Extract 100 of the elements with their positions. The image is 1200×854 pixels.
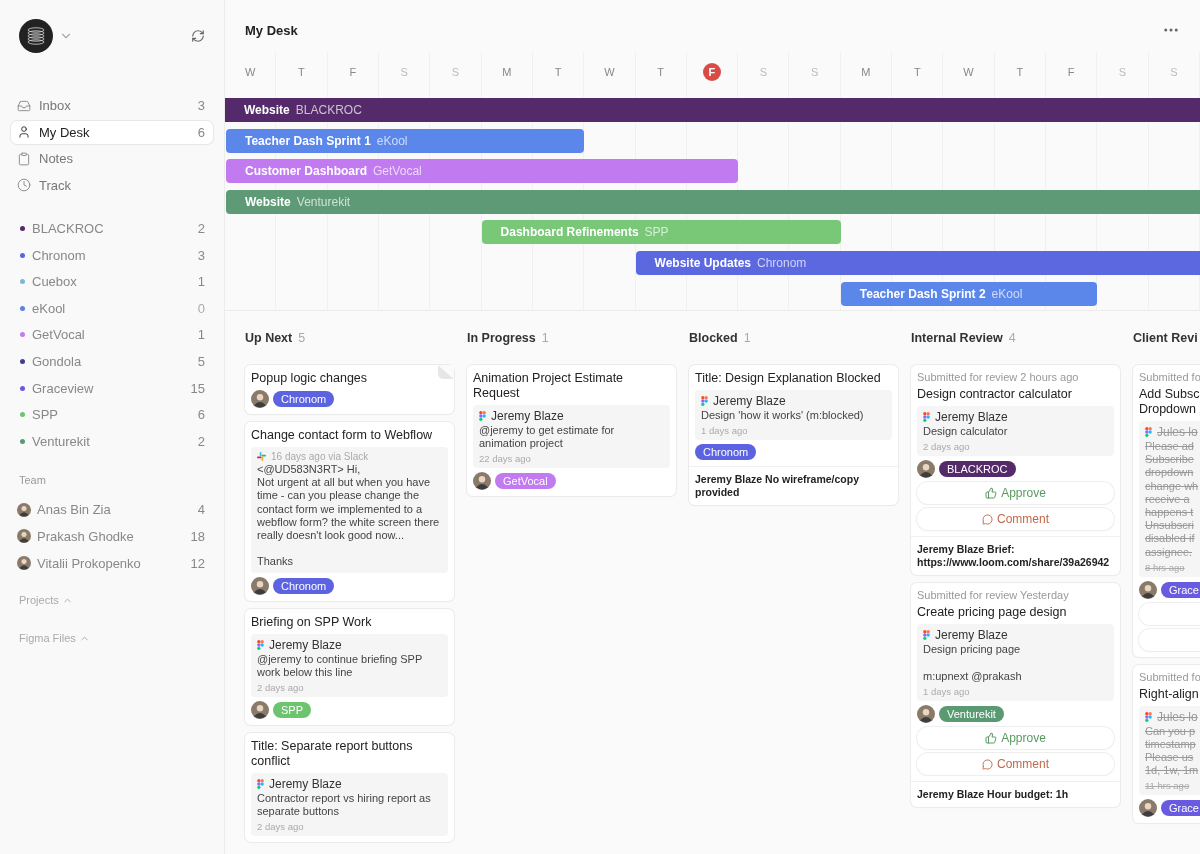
task-card[interactable]: Title: Design Explanation Blocked Jeremy Blaze Design 'how it works' (m:blocked) 1 days ago Chronom Jeremy Blaze No wireframe/copy provided (689, 365, 898, 506)
page-title: My Desk (245, 22, 299, 38)
avatar (917, 460, 935, 479)
team-member[interactable]: Vitalii Prokopenko 12 (11, 551, 213, 575)
day-label: W (962, 65, 975, 80)
day-label: M (501, 65, 513, 80)
note-time: 8 hrs ago (1145, 561, 1186, 573)
project-item[interactable]: eKool 0 (11, 296, 213, 320)
project-item[interactable]: Gondola 5 (11, 349, 213, 373)
comment-icon (982, 758, 993, 770)
refresh-icon[interactable] (191, 29, 205, 43)
day-label: W (243, 65, 257, 80)
timeline-bar[interactable]: Website Updates Chronom (635, 250, 1200, 275)
nav-item[interactable]: Notes (11, 147, 213, 170)
note-text: @jeremy to get estimate for animation project (479, 424, 616, 451)
project-tag: Grace (1161, 581, 1200, 598)
inbox-icon (17, 98, 31, 113)
timeline-bar[interactable]: Website Venturekit (226, 189, 1200, 214)
project-label: Graceview (32, 380, 95, 396)
timeline-bar[interactable]: Teacher Dash Sprint 1 eKool (226, 128, 585, 153)
submitted-time: Submitted fo (1139, 371, 1200, 383)
project-tag: SPP (273, 701, 311, 718)
task-card[interactable]: Animation Project Estimate Request Jeremy Blaze @jeremy to get estimate for animation project 22 days ago GetVocal (467, 365, 676, 497)
project-tag: Grace (1161, 800, 1200, 817)
figma-icon (257, 639, 264, 650)
day-label: T (1015, 65, 1025, 80)
note-text: Design calculator (923, 425, 1009, 439)
comment-button[interactable]: Comment (917, 508, 1114, 531)
nav-count: 3 (197, 98, 205, 113)
day-label: S (450, 65, 461, 80)
timeline-bar[interactable]: Dashboard Refinements SPP (481, 220, 841, 245)
card-title: Create pricing page design (917, 605, 1068, 621)
project-item[interactable]: Venturekit 2 (11, 429, 213, 453)
project-item[interactable]: Graceview 15 (11, 376, 213, 400)
nav-item[interactable]: Track (11, 173, 213, 197)
project-tag: GetVocal (495, 473, 556, 490)
card-title: Change contact form to Webflow (251, 428, 434, 443)
card-title: Add Subsc Dropdown (1139, 387, 1200, 417)
clock-icon (17, 178, 31, 192)
note-text: <@UD583N3RT> Hi, Not urgent at all but when you have time - can you please change the contact form we implemented to a webflow form? the white screen there really doesn't look good now... Thanks (257, 463, 441, 569)
figma-icon (923, 630, 930, 641)
task-card[interactable]: Submitted fo Right-align Jules lo Can you p timestamp Please us 1d, 1w, 1m 11 hrs ago Grace (1133, 664, 1200, 824)
note-text: Design pricing page m:upnext @prakash (923, 643, 1023, 683)
note-text: Design 'how it works' (m:blocked) (701, 409, 865, 423)
project-tag: Chronom (695, 444, 757, 461)
task-card[interactable]: Briefing on SPP Work Jeremy Blaze @jeremy to continue briefing SPP work below this line 2 days ago SPP (245, 608, 454, 725)
approve-button[interactable]: Approve (917, 727, 1114, 749)
timeline-bar[interactable]: Website BLACKROC (225, 98, 1200, 122)
avatar (473, 472, 491, 491)
project-label: Gondola (32, 353, 83, 369)
approve-button[interactable]: Approve (917, 482, 1114, 505)
task-card[interactable]: Popup logic changes Chronom (245, 365, 454, 414)
day-label: S (809, 65, 820, 80)
nav-item[interactable]: My Desk 6 (11, 120, 213, 144)
logo[interactable] (19, 19, 53, 53)
project-label: Venturekit (32, 433, 91, 449)
member-count: 12 (190, 555, 205, 571)
day-label: S (758, 65, 768, 80)
timeline-bar[interactable]: Customer Dashboard GetVocal (226, 159, 739, 184)
project-item[interactable]: GetVocal 1 (11, 323, 213, 347)
task-card[interactable]: Title: Separate report buttons conflict Jeremy Blaze Contractor report vs hiring report as separate buttons 2 days ago (245, 732, 454, 843)
figma-icon (701, 396, 708, 406)
day-label: T (656, 65, 666, 80)
avatar (251, 576, 269, 595)
section-toggle[interactable]: Projects (11, 590, 73, 611)
project-count: 5 (197, 353, 205, 369)
day-label: F (348, 65, 358, 80)
figma-icon (257, 778, 264, 789)
nav-item[interactable]: Inbox 3 (11, 94, 213, 117)
note-author: Jeremy Blaze (935, 628, 1008, 643)
project-item[interactable]: Chronom 3 (11, 243, 213, 267)
day-label: T (553, 65, 563, 80)
project-item[interactable]: Cuebox 1 (11, 270, 213, 294)
avatar (17, 556, 31, 571)
timeline-bar[interactable]: Teacher Dash Sprint 2 eKool (840, 281, 1098, 306)
column-title: Blocked (689, 331, 738, 345)
day-label: T (297, 65, 306, 80)
team-member[interactable]: Anas Bin Zia 4 (11, 498, 213, 522)
member-name: Prakash Ghodke (37, 528, 135, 544)
column-count: 1 (743, 331, 751, 345)
task-card[interactable] (245, 422, 454, 601)
column-count: 5 (298, 331, 306, 345)
note-time: 2 days ago (257, 681, 305, 693)
team-member[interactable]: Prakash Ghodke 18 (11, 524, 213, 548)
member-count: 18 (190, 528, 205, 544)
project-item[interactable]: SPP 6 (11, 403, 213, 427)
task-card[interactable]: Submitted for review Yesterday Create pricing page design Jeremy Blaze Design pricing page m:upnext @prakash 1 days ago Venturekit Approve Comment Jeremy Blaze Hour budget: 1h (911, 583, 1120, 808)
comment-button[interactable]: Comment (917, 753, 1114, 775)
section-toggle[interactable]: Figma Files (11, 628, 90, 649)
project-label: BLACKROC (32, 221, 105, 236)
task-card[interactable]: Submitted for review 2 hours ago Design contractor calculator Jeremy Blaze Design calculator 2 days ago BLACKROC Approve Comment Jeremy Blaze Brief: https://www.loom.com/share/39a26942 (911, 365, 1120, 576)
project-tag: Chronom (273, 577, 335, 594)
project-count: 1 (197, 327, 205, 343)
project-label: eKool (32, 300, 67, 316)
folded-corner-icon (438, 365, 454, 379)
note-author: Jules lo (1157, 709, 1198, 724)
submitted-time: Submitted for review Yesterday (917, 589, 1070, 602)
project-label: Cuebox (32, 274, 78, 290)
project-item[interactable]: BLACKROC 2 (11, 217, 213, 240)
card-footer: Jeremy Blaze No wireframe/copy provided (689, 466, 898, 500)
